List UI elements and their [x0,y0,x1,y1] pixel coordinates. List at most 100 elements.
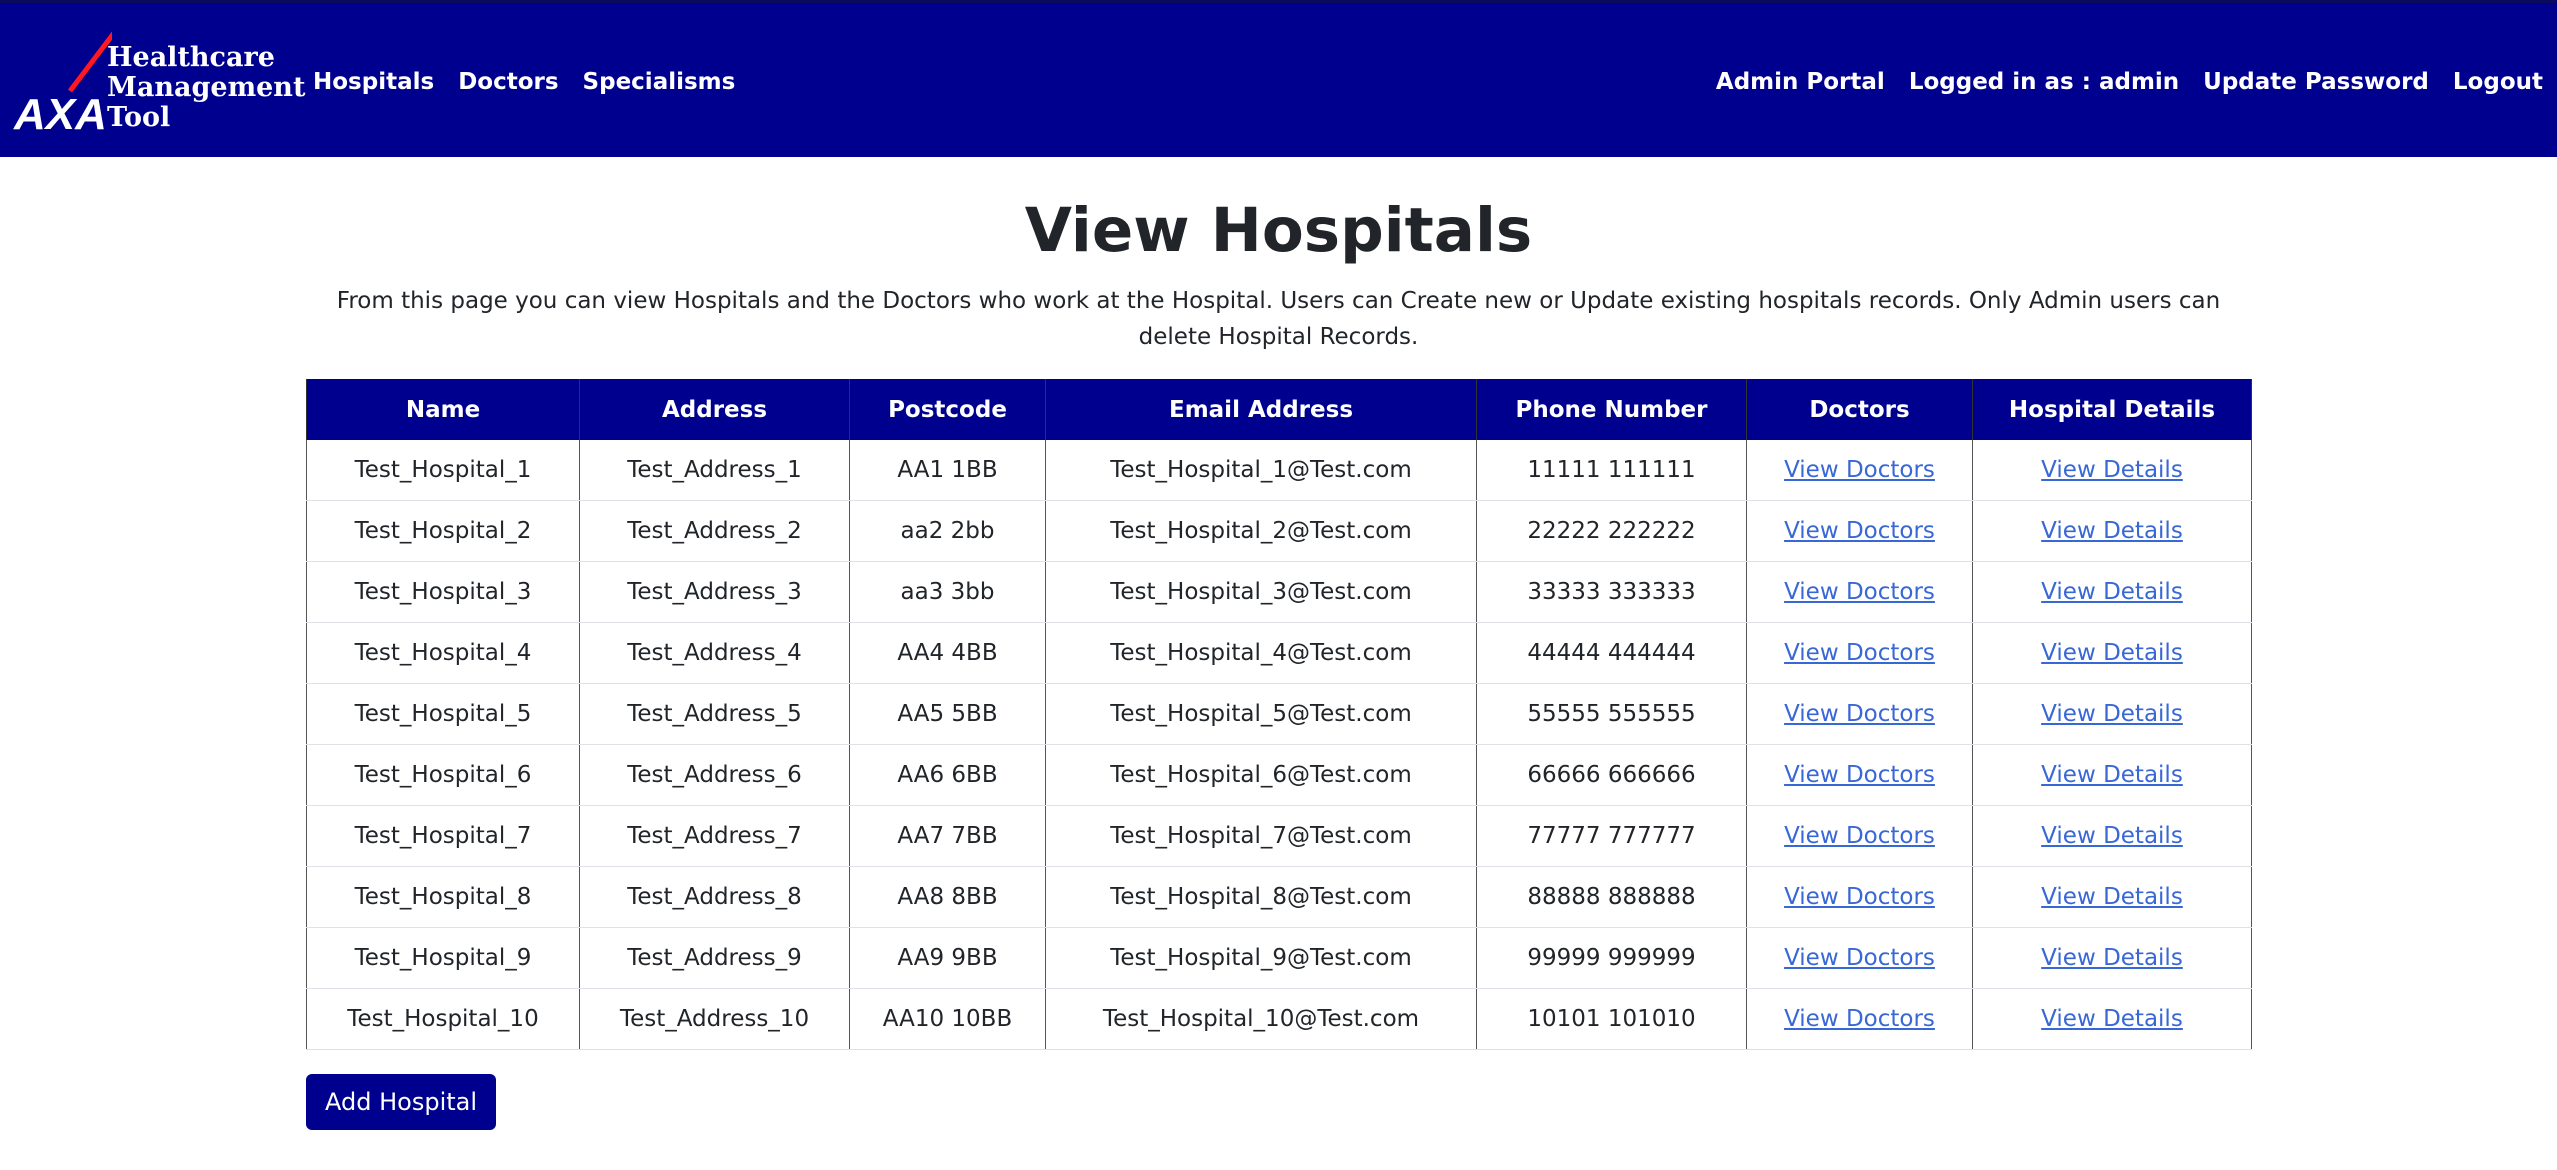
table-header-row: Name Address Postcode Email Address Phon… [306,379,2252,440]
view-doctors-link[interactable]: View Doctors [1784,945,1935,971]
hospital-address-cell: Test_Address_3 [579,561,850,623]
table-row: Test_Hospital_9 Test_Address_9 AA9 9BB T… [306,927,2252,989]
hospital-address-cell: Test_Address_1 [579,440,850,501]
column-header-name: Name [306,379,580,440]
details-cell: View Details [1972,622,2252,684]
brand-logo[interactable]: AXA Healthcare Management Tool [12,21,305,133]
hospital-name-cell: Test_Hospital_9 [306,927,580,989]
doctors-cell: View Doctors [1746,622,1973,684]
details-cell: View Details [1972,988,2252,1050]
hospital-phone-cell: 66666 666666 [1476,744,1747,806]
column-header-doctors: Doctors [1746,379,1973,440]
hospital-email-cell: Test_Hospital_4@Test.com [1045,622,1477,684]
nav-doctors-link[interactable]: Doctors [458,69,558,95]
hospital-name-cell: Test_Hospital_2 [306,500,580,562]
view-details-link[interactable]: View Details [2041,1006,2183,1032]
top-navbar: AXA Healthcare Management Tool Hospitals… [0,0,2557,157]
table-row: Test_Hospital_10 Test_Address_10 AA10 10… [306,988,2252,1050]
view-details-link[interactable]: View Details [2041,579,2183,605]
column-header-email: Email Address [1045,379,1477,440]
details-cell: View Details [1972,440,2252,501]
main-content: View Hospitals From this page you can vi… [306,157,2252,1130]
hospital-email-cell: Test_Hospital_3@Test.com [1045,561,1477,623]
nav-specialisms-link[interactable]: Specialisms [583,69,736,95]
hospital-name-cell: Test_Hospital_4 [306,622,580,684]
hospital-email-cell: Test_Hospital_1@Test.com [1045,440,1477,501]
hospital-address-cell: Test_Address_5 [579,683,850,745]
view-details-link[interactable]: View Details [2041,457,2183,483]
hospital-postcode-cell: AA1 1BB [849,440,1046,501]
hospital-email-cell: Test_Hospital_6@Test.com [1045,744,1477,806]
add-hospital-button[interactable]: Add Hospital [306,1074,497,1130]
view-doctors-link[interactable]: View Doctors [1784,762,1935,788]
table-row: Test_Hospital_7 Test_Address_7 AA7 7BB T… [306,805,2252,867]
view-details-link[interactable]: View Details [2041,518,2183,544]
hospital-email-cell: Test_Hospital_2@Test.com [1045,500,1477,562]
view-details-link[interactable]: View Details [2041,884,2183,910]
hospital-postcode-cell: AA7 7BB [849,805,1046,867]
nav-logged-in-user[interactable]: Logged in as : admin [1909,69,2179,95]
doctors-cell: View Doctors [1746,927,1973,989]
view-details-link[interactable]: View Details [2041,701,2183,727]
hospital-name-cell: Test_Hospital_7 [306,805,580,867]
hospital-email-cell: Test_Hospital_8@Test.com [1045,866,1477,928]
hospital-email-cell: Test_Hospital_9@Test.com [1045,927,1477,989]
nav-logout-link[interactable]: Logout [2453,69,2543,95]
details-cell: View Details [1972,927,2252,989]
hospital-email-cell: Test_Hospital_7@Test.com [1045,805,1477,867]
view-details-link[interactable]: View Details [2041,945,2183,971]
hospital-phone-cell: 10101 101010 [1476,988,1747,1050]
hospital-name-cell: Test_Hospital_5 [306,683,580,745]
hospitals-table: Name Address Postcode Email Address Phon… [306,379,2252,1050]
hospital-phone-cell: 33333 333333 [1476,561,1747,623]
view-doctors-link[interactable]: View Doctors [1784,823,1935,849]
nav-left: Hospitals Doctors Specialisms [313,3,735,160]
doctors-cell: View Doctors [1746,805,1973,867]
details-cell: View Details [1972,744,2252,806]
view-doctors-link[interactable]: View Doctors [1784,457,1935,483]
hospital-address-cell: Test_Address_10 [579,988,850,1050]
details-cell: View Details [1972,866,2252,928]
table-row: Test_Hospital_4 Test_Address_4 AA4 4BB T… [306,622,2252,684]
page-description: From this page you can view Hospitals an… [336,288,2221,350]
view-doctors-link[interactable]: View Doctors [1784,640,1935,666]
view-doctors-link[interactable]: View Doctors [1784,579,1935,605]
details-cell: View Details [1972,561,2252,623]
view-details-link[interactable]: View Details [2041,762,2183,788]
nav-admin-portal-link[interactable]: Admin Portal [1716,69,1885,95]
view-details-link[interactable]: View Details [2041,640,2183,666]
page-title: View Hospitals [1024,195,1533,266]
view-doctors-link[interactable]: View Doctors [1784,701,1935,727]
doctors-cell: View Doctors [1746,744,1973,806]
hospital-phone-cell: 77777 777777 [1476,805,1747,867]
doctors-cell: View Doctors [1746,866,1973,928]
doctors-cell: View Doctors [1746,440,1973,501]
table-row: Test_Hospital_5 Test_Address_5 AA5 5BB T… [306,683,2252,745]
hospital-address-cell: Test_Address_7 [579,805,850,867]
column-header-postcode: Postcode [849,379,1046,440]
table-row: Test_Hospital_3 Test_Address_3 aa3 3bb T… [306,561,2252,623]
column-header-details: Hospital Details [1972,379,2252,440]
details-cell: View Details [1972,805,2252,867]
table-row: Test_Hospital_8 Test_Address_8 AA8 8BB T… [306,866,2252,928]
hospital-phone-cell: 44444 444444 [1476,622,1747,684]
hospital-name-cell: Test_Hospital_8 [306,866,580,928]
brand-title: Healthcare Management Tool [107,42,306,133]
hospital-postcode-cell: AA4 4BB [849,622,1046,684]
details-cell: View Details [1972,500,2252,562]
nav-right: Admin Portal Logged in as : admin Update… [1716,3,2543,160]
view-doctors-link[interactable]: View Doctors [1784,518,1935,544]
view-doctors-link[interactable]: View Doctors [1784,1006,1935,1032]
view-details-link[interactable]: View Details [2041,823,2183,849]
axa-logo-icon: AXA [13,31,112,133]
hospital-phone-cell: 22222 222222 [1476,500,1747,562]
column-header-address: Address [579,379,850,440]
hospital-postcode-cell: AA10 10BB [849,988,1046,1050]
hospital-address-cell: Test_Address_4 [579,622,850,684]
view-doctors-link[interactable]: View Doctors [1784,884,1935,910]
hospital-postcode-cell: AA8 8BB [849,866,1046,928]
nav-update-password-link[interactable]: Update Password [2203,69,2429,95]
hospital-name-cell: Test_Hospital_3 [306,561,580,623]
nav-hospitals-link[interactable]: Hospitals [313,69,434,95]
hospital-postcode-cell: AA6 6BB [849,744,1046,806]
